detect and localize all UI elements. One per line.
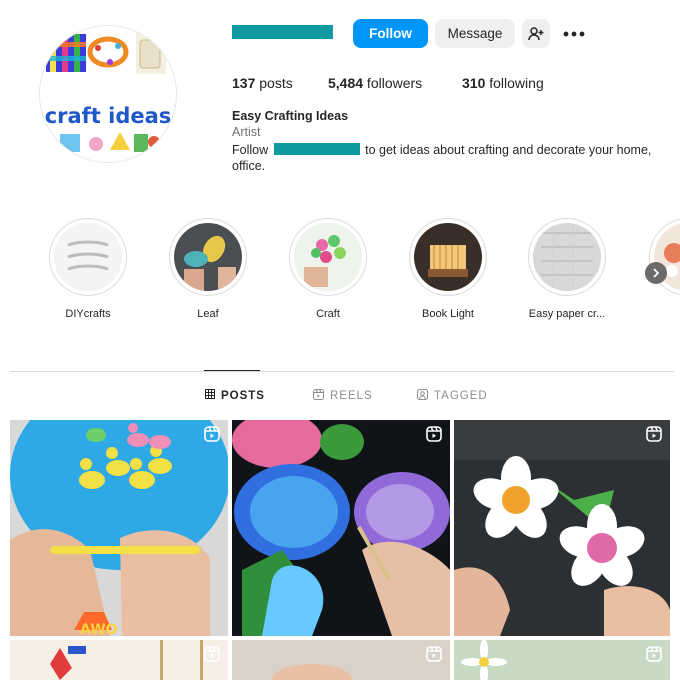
- add-user-icon: [528, 26, 544, 40]
- post-tile[interactable]: [454, 420, 670, 636]
- highlight-diycrafts[interactable]: DIYcrafts: [28, 219, 148, 320]
- chevron-right-icon: [653, 268, 660, 278]
- posts-count: 137: [232, 75, 256, 91]
- tagged-icon: [417, 389, 428, 403]
- bio-mention-redacted[interactable]: [273, 143, 360, 155]
- tab-label: TAGGED: [434, 390, 488, 402]
- posts-stat: 137 posts: [232, 75, 293, 91]
- tab-posts[interactable]: POSTS: [205, 389, 265, 402]
- bio-category: Artist: [232, 125, 261, 139]
- followers-stat[interactable]: 5,484 followers: [328, 75, 422, 91]
- active-tab-indicator: [204, 370, 260, 371]
- reel-icon: [204, 426, 220, 442]
- highlight-leaf[interactable]: Leaf: [148, 219, 268, 320]
- reel-icon: [426, 426, 442, 442]
- bio-text: Follow to get ideas about crafting and d…: [232, 142, 664, 174]
- grid-icon: [205, 389, 215, 402]
- more-options-icon: [563, 31, 585, 36]
- post-tile[interactable]: [232, 640, 450, 680]
- follow-button[interactable]: Follow: [353, 19, 428, 48]
- tabs-divider: [10, 371, 674, 372]
- reel-icon: [426, 646, 442, 662]
- following-count: 310: [462, 75, 486, 91]
- more-options-button[interactable]: [557, 19, 591, 48]
- post-tile[interactable]: [10, 640, 228, 680]
- highlight-book-light[interactable]: Book Light: [388, 219, 508, 320]
- highlight-craft[interactable]: Craft: [268, 219, 388, 320]
- svg-text:AWO: AWO: [80, 622, 118, 636]
- tab-tagged[interactable]: TAGGED: [417, 389, 488, 403]
- reel-icon: [204, 646, 220, 662]
- followers-label: followers: [363, 75, 423, 91]
- highlight-label: Craft: [316, 308, 340, 320]
- message-button[interactable]: Message: [435, 19, 515, 48]
- highlight-label: Easy paper cr...: [528, 308, 606, 320]
- followers-count: 5,484: [328, 75, 364, 91]
- post-tile[interactable]: [454, 640, 670, 680]
- bio-text-before: Follow: [232, 143, 269, 157]
- following-stat[interactable]: 310 following: [462, 75, 544, 91]
- highlight-label: DIYcrafts: [65, 308, 111, 320]
- bio-display-name: Easy Crafting Ideas: [232, 109, 349, 123]
- posts-label: posts: [255, 75, 293, 91]
- avatar-logo-text: craft ideas: [45, 104, 172, 128]
- tab-reels[interactable]: REELS: [313, 389, 373, 403]
- highlight-label: Book Light: [422, 308, 474, 320]
- suggest-users-button[interactable]: [522, 19, 550, 48]
- highlights-next-button[interactable]: [645, 262, 667, 284]
- post-tile[interactable]: AWO: [10, 420, 228, 636]
- username-redacted: [232, 25, 333, 39]
- tab-label: POSTS: [221, 389, 265, 402]
- highlight-easy-paper-crafts[interactable]: Easy paper cr...: [507, 219, 627, 320]
- following-label: following: [485, 75, 544, 91]
- tab-label: REELS: [330, 390, 373, 402]
- reel-icon: [646, 646, 662, 662]
- post-tile[interactable]: [232, 420, 450, 636]
- reels-icon: [313, 389, 324, 403]
- reel-icon: [646, 426, 662, 442]
- profile-avatar[interactable]: craft ideas: [40, 26, 176, 162]
- highlight-label: Leaf: [197, 308, 219, 320]
